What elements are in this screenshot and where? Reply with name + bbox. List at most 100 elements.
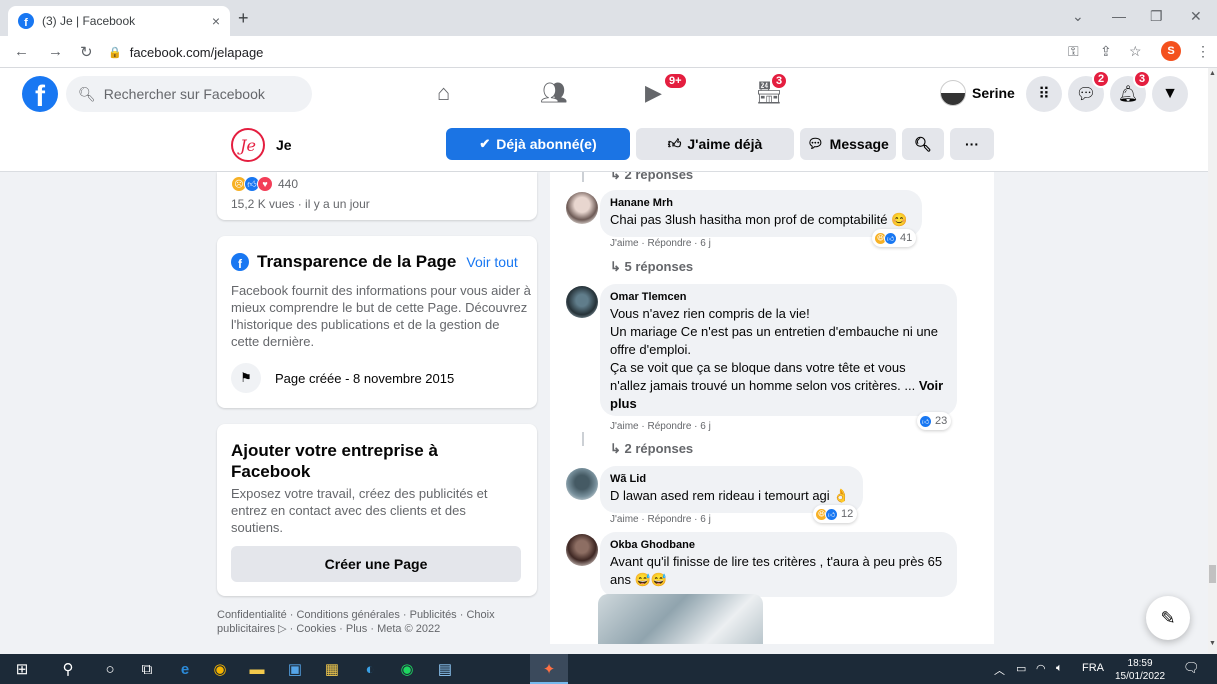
more-icon: ··· xyxy=(965,136,979,152)
comment-reactions[interactable]: 👍︎ 23 xyxy=(917,412,952,430)
bookmark-star-icon[interactable]: ☆ xyxy=(1129,43,1142,60)
chrome-profile-avatar[interactable]: S xyxy=(1161,41,1181,61)
store-icon[interactable]: ▦ xyxy=(322,659,342,679)
file-explorer-icon[interactable]: ▬ xyxy=(247,659,267,679)
tray-chevron-icon[interactable]: ︿ xyxy=(994,662,1005,678)
notifications-badge: 3 xyxy=(1133,70,1152,88)
comment-author[interactable]: Wã Lid xyxy=(610,473,851,485)
scroll-down-icon[interactable]: ▼ xyxy=(1209,640,1216,647)
app-icon[interactable]: ▣ xyxy=(285,659,305,679)
see-all-link[interactable]: Voir tout xyxy=(466,254,517,270)
view-replies-link[interactable]: ↳ 2 réponses xyxy=(610,172,693,183)
close-tab-icon[interactable]: × xyxy=(212,13,220,29)
facebook-header: f 🔍︎ Rechercher sur Facebook ⌂ 👥︎ ▶ 9+ 🏪… xyxy=(0,68,1208,120)
comment-photo[interactable] xyxy=(598,594,763,644)
comment-actions[interactable]: J'aime · Répondre · 6 j xyxy=(610,514,711,525)
page-created-text: Page créée - 8 novembre 2015 xyxy=(275,370,455,386)
page-name[interactable]: Je xyxy=(276,137,292,153)
friends-icon[interactable]: 👥︎ xyxy=(540,80,568,106)
avatar[interactable] xyxy=(566,192,598,224)
message-button[interactable]: 💬︎ Message xyxy=(800,128,896,160)
page-scrollbar[interactable]: ▲ ▼ xyxy=(1208,68,1217,654)
page-logo[interactable]: Je xyxy=(231,128,265,162)
comment-actions[interactable]: J'aime · Répondre · 6 j xyxy=(610,238,711,249)
comment-text-line: Un mariage Ce n'est pas un entretien d'e… xyxy=(610,324,939,357)
spotify-icon[interactable]: ◉ xyxy=(397,659,417,679)
comment-text-line: Vous n'avez rien compris de la vie! xyxy=(610,306,810,321)
address-toolbar: ← → ↻ 🔒 facebook.com/jelapage ⚿ ⇪ ☆ S ⋮ xyxy=(0,36,1217,68)
home-icon[interactable]: ⌂ xyxy=(437,80,450,106)
url-bar[interactable]: 🔒 facebook.com/jelapage xyxy=(108,41,1058,63)
key-icon[interactable]: ⚿ xyxy=(1068,43,1079,60)
subscribed-button[interactable]: ✔ Déjà abonné(e) xyxy=(446,128,630,160)
avatar[interactable] xyxy=(566,286,598,318)
search-input[interactable]: 🔍︎ Rechercher sur Facebook xyxy=(66,76,312,112)
create-page-button[interactable]: Créer une Page xyxy=(231,546,521,582)
avatar[interactable] xyxy=(566,534,598,566)
edge-icon[interactable]: ◐ xyxy=(360,659,380,679)
like-reaction-icon: 👍︎ xyxy=(884,231,897,245)
messenger-icon: 💬︎ xyxy=(807,136,824,151)
system-clock[interactable]: 18:59 15/01/2022 xyxy=(1115,657,1165,683)
profile-name: Serine xyxy=(972,85,1015,101)
reaction-summary[interactable]: ☹ 👍︎ ♥ 440 xyxy=(231,176,298,192)
comment-text-line: Ça se voit que ça se bloque dans votre t… xyxy=(610,359,945,413)
profile-shortcut[interactable]: Serine xyxy=(940,80,1015,106)
view-count: 15,2 K vues · il y a un jour xyxy=(231,197,370,211)
url-text: facebook.com/jelapage xyxy=(129,44,264,60)
reload-icon[interactable]: ↻ xyxy=(80,43,93,61)
language-indicator[interactable]: FRA xyxy=(1082,662,1104,674)
wifi-icon[interactable]: ◠ xyxy=(1036,662,1046,675)
edge-legacy-icon[interactable]: e xyxy=(175,659,195,679)
view-replies-link[interactable]: ↳ 5 réponses xyxy=(610,259,693,275)
comment-reactions[interactable]: 😆︎ 👍︎ 41 xyxy=(872,229,917,247)
comment-bubble: Omar Tlemcen Vous n'avez rien compris de… xyxy=(600,284,957,416)
browser-tab[interactable]: f (3) Je | Facebook × xyxy=(8,6,230,36)
tab-search-icon[interactable]: ⌄ xyxy=(1072,8,1084,25)
minimize-icon[interactable]: — xyxy=(1112,8,1126,24)
avatar xyxy=(940,80,966,106)
close-window-icon[interactable]: ✕ xyxy=(1190,8,1202,25)
account-dropdown-icon[interactable]: ▼ xyxy=(1152,76,1188,112)
tab-title: (3) Je | Facebook xyxy=(42,14,136,28)
forward-icon[interactable]: → xyxy=(48,43,63,60)
notification-center-icon[interactable]: 🗨︎ xyxy=(1183,660,1200,676)
share-icon[interactable]: ⇪ xyxy=(1100,43,1112,60)
lock-icon[interactable]: 🔒 xyxy=(108,46,122,59)
comment-actions[interactable]: J'aime · Répondre · 6 j xyxy=(610,421,711,432)
facebook-logo-icon[interactable]: f xyxy=(22,76,58,112)
menu-grid-icon[interactable]: ⠿ xyxy=(1026,76,1062,112)
thread-line xyxy=(582,172,584,182)
active-app-icon[interactable]: ✦ xyxy=(539,659,559,679)
back-icon[interactable]: ← xyxy=(14,43,29,60)
comment-author[interactable]: Hanane Mrh xyxy=(610,197,910,209)
chrome-menu-icon[interactable]: ⋮ xyxy=(1196,43,1210,60)
view-replies-link[interactable]: ↳ 2 réponses xyxy=(610,441,693,457)
like-page-button[interactable]: 👍︎ J'aime déjà xyxy=(636,128,794,160)
comment-author[interactable]: Omar Tlemcen xyxy=(610,291,945,303)
watch-icon[interactable]: ▶ xyxy=(645,80,662,106)
task-view-icon[interactable]: ⧉ xyxy=(137,659,157,679)
subscribed-label: Déjà abonné(e) xyxy=(496,136,597,152)
search-icon[interactable]: ⚲ xyxy=(58,659,78,679)
cortana-icon[interactable]: ○ xyxy=(100,659,120,679)
scrollbar-thumb[interactable] xyxy=(1209,565,1216,583)
new-tab-button[interactable]: + xyxy=(238,8,249,29)
restore-icon[interactable]: ❐ xyxy=(1150,8,1163,25)
comment-text: Chai pas 3lush hasitha mon prof de compt… xyxy=(610,212,908,227)
new-message-button[interactable]: ✎ xyxy=(1146,596,1190,640)
footer-links[interactable]: Confidentialité · Conditions générales ·… xyxy=(217,608,517,636)
volume-icon[interactable]: 🔈︎ xyxy=(1056,662,1063,675)
chrome-icon[interactable]: ◉ xyxy=(210,659,230,679)
comment-reactions[interactable]: 😆︎ 👍︎ 12 xyxy=(813,505,858,523)
battery-icon[interactable]: ▭ xyxy=(1016,662,1026,675)
page-more-button[interactable]: ··· xyxy=(950,128,994,160)
windows-start-icon[interactable]: ⊞ xyxy=(12,659,32,679)
page-search-button[interactable]: 🔍︎ xyxy=(902,128,944,160)
comment-author[interactable]: Okba Ghodbane xyxy=(610,539,945,551)
scroll-up-icon[interactable]: ▲ xyxy=(1209,70,1216,77)
word-icon[interactable]: ▤ xyxy=(435,659,455,679)
reaction-count: 41 xyxy=(900,232,913,244)
avatar[interactable] xyxy=(566,468,598,500)
page-action-bar: Je Je ✔ Déjà abonné(e) 👍︎ J'aime déjà 💬︎… xyxy=(0,120,1208,172)
